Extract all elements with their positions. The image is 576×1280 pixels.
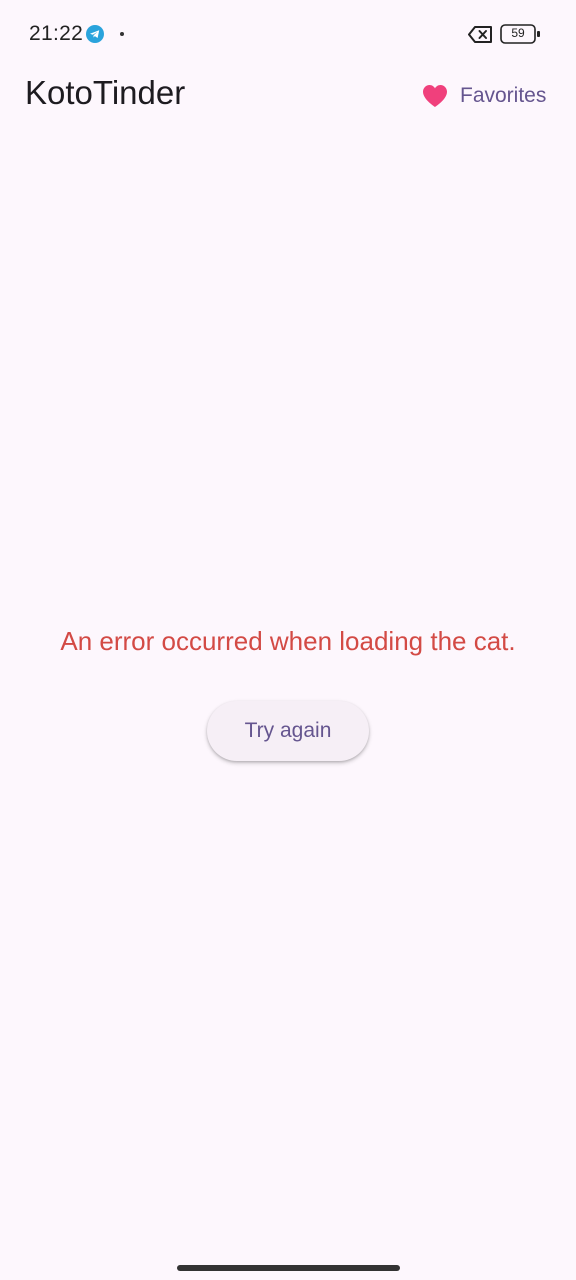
navigation-handle[interactable]	[177, 1265, 400, 1271]
heart-icon	[423, 85, 447, 107]
no-signal-icon	[468, 26, 492, 43]
screen: 21:22 59 KotoTinder Favorites An error o…	[0, 0, 576, 1280]
favorites-label: Favorites	[460, 84, 547, 107]
page-title: KotoTinder	[25, 74, 186, 111]
favorites-button[interactable]: Favorites	[412, 74, 560, 118]
notification-dot-icon	[120, 32, 124, 36]
telegram-icon	[86, 25, 104, 43]
app-bar: KotoTinder Favorites	[0, 68, 576, 124]
status-bar: 21:22 59	[0, 0, 576, 68]
try-again-button[interactable]: Try again	[207, 701, 369, 761]
status-time: 21:22	[29, 22, 84, 45]
error-message: An error occurred when loading the cat.	[60, 626, 516, 656]
battery-level: 59	[511, 26, 525, 40]
